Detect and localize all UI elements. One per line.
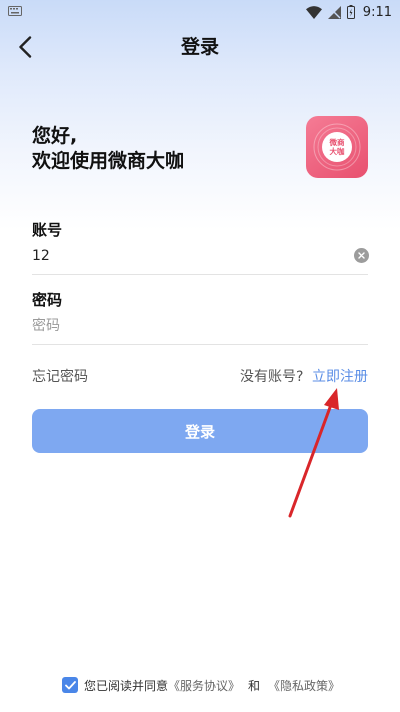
account-label: 账号 xyxy=(32,221,63,239)
nav-bar: 登录 xyxy=(0,24,400,70)
service-agreement-link[interactable]: 《服务协议》 xyxy=(168,677,240,694)
forgot-password-link[interactable]: 忘记密码 xyxy=(32,366,88,386)
battery-icon xyxy=(346,5,355,19)
page-title: 登录 xyxy=(180,36,219,58)
password-input[interactable] xyxy=(32,312,342,340)
password-divider xyxy=(32,344,368,345)
status-time: 9:11 xyxy=(362,4,392,20)
agreement-row: 您已阅读并同意 《服务协议》 和 《隐私政策》 xyxy=(62,676,340,694)
wifi-icon xyxy=(305,5,322,19)
register-link[interactable]: 立即注册 xyxy=(312,366,368,386)
agreement-checkbox[interactable] xyxy=(62,677,78,693)
annotation-arrow xyxy=(288,388,339,518)
greeting-line-1: 您好, xyxy=(32,125,78,147)
no-account-text: 没有账号? xyxy=(240,369,304,385)
logo-text-line-2: 大咖 xyxy=(330,146,345,156)
clear-button[interactable] xyxy=(354,248,369,263)
login-button[interactable]: 登录 xyxy=(32,409,368,453)
greeting-line-2: 欢迎使用微商大咖 xyxy=(32,150,185,172)
keyboard-icon xyxy=(8,6,22,16)
account-input[interactable] xyxy=(32,242,342,270)
agreement-text: 您已阅读并同意 xyxy=(84,678,169,693)
app-logo: 微商 大咖 xyxy=(306,116,368,178)
privacy-policy-link[interactable]: 《隐私政策》 xyxy=(268,677,340,694)
agreement-and: 和 xyxy=(248,678,261,693)
greeting: 您好, 欢迎使用微商大咖 xyxy=(32,124,282,174)
logo-vinyl-icon: 微商 大咖 xyxy=(313,123,361,171)
checkmark-icon xyxy=(64,680,76,689)
clear-icon xyxy=(358,252,365,259)
logo-text-line-1: 微商 xyxy=(329,137,345,147)
login-button-label: 登录 xyxy=(184,422,215,441)
status-bar: 9:11 xyxy=(0,0,400,24)
password-label: 密码 xyxy=(32,291,63,309)
signal-icon xyxy=(327,5,341,19)
account-divider xyxy=(32,274,368,275)
